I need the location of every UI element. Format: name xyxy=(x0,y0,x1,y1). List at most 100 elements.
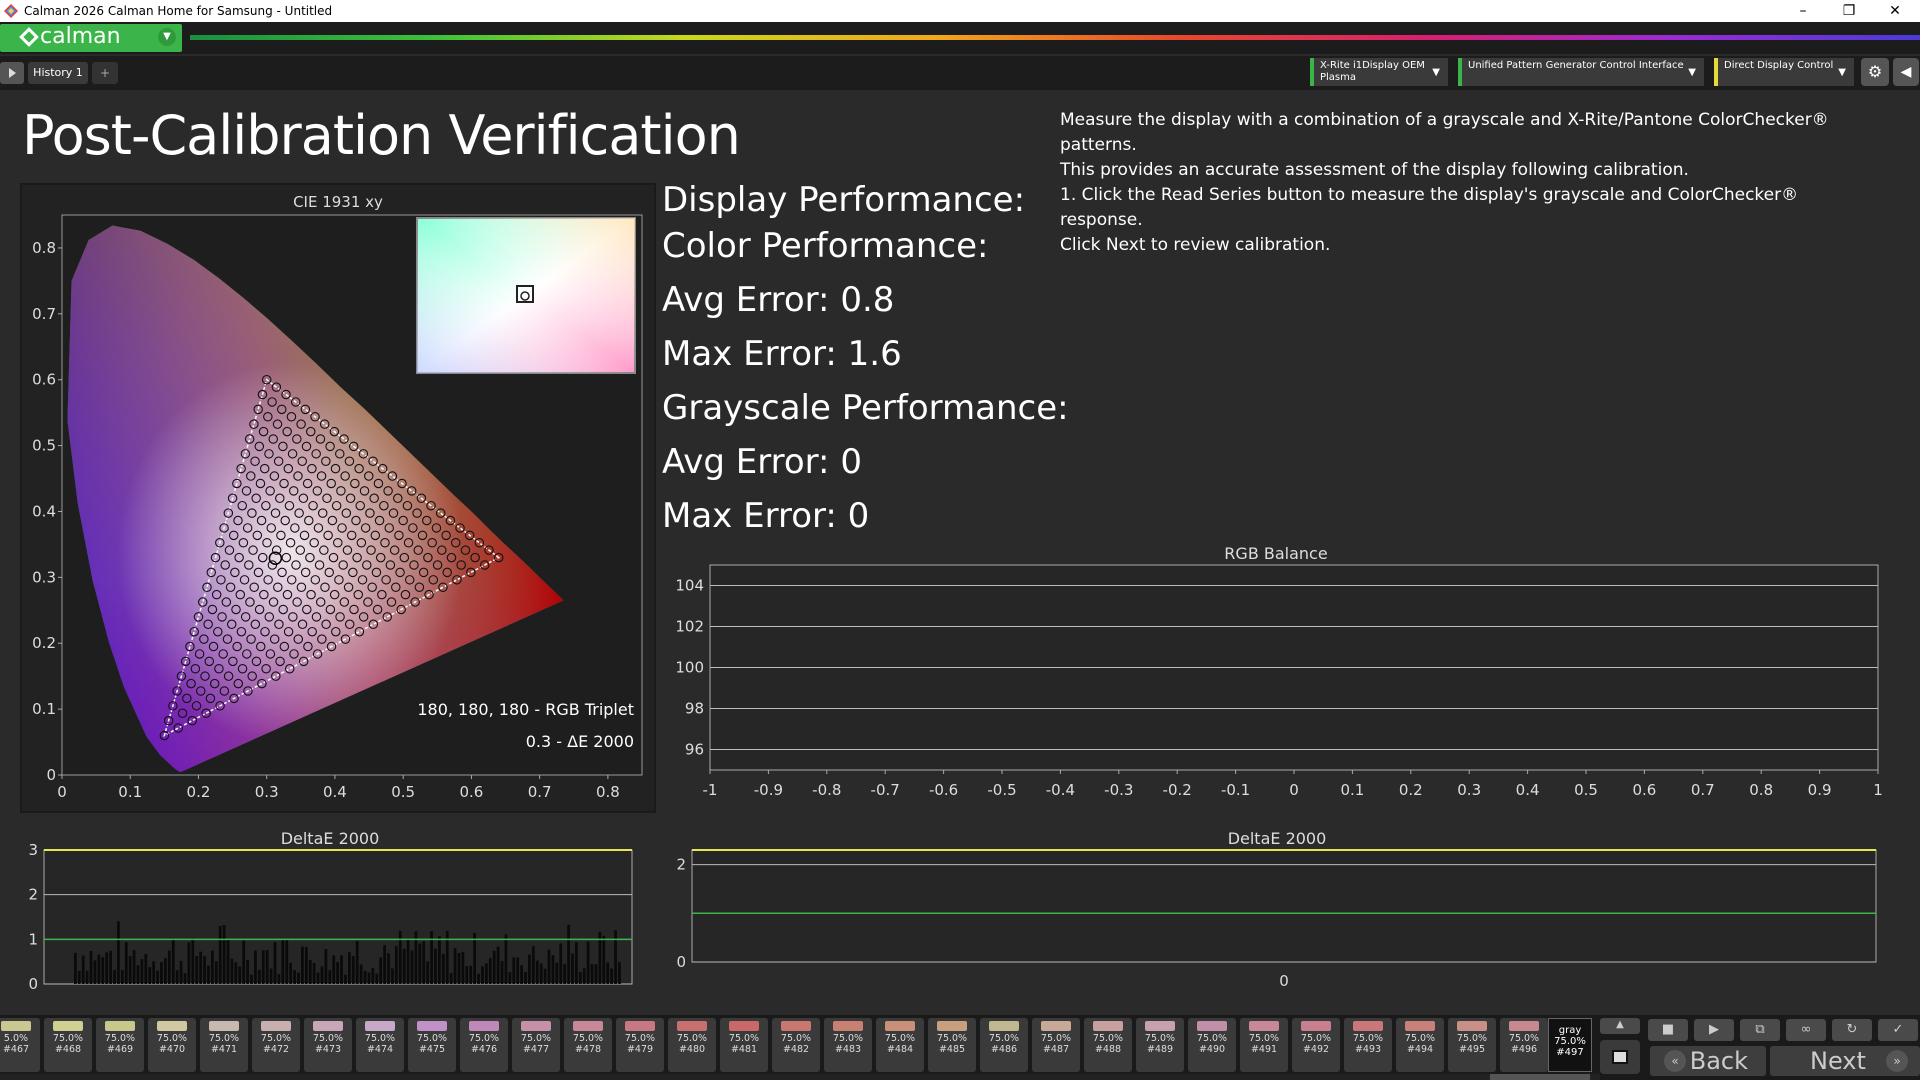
pattern-swatch[interactable]: 75.0% #495 xyxy=(1448,1018,1496,1072)
pattern-swatch[interactable]: 75.0% #487 xyxy=(1032,1018,1080,1072)
swatch-number: #482 xyxy=(782,1044,810,1055)
instructions-text: Measure the display with a combination o… xyxy=(1060,108,1880,258)
calman-logo-menu[interactable]: calman ▼ xyxy=(0,24,182,52)
swatch-percent: 75.0% xyxy=(676,1033,708,1044)
pattern-swatch[interactable]: 75.0% #468 xyxy=(44,1018,92,1072)
read-series-icon[interactable]: ⧉ xyxy=(1740,1019,1780,1041)
deltae-bar xyxy=(594,964,598,984)
pattern-swatch[interactable]: 75.0% #473 xyxy=(304,1018,352,1072)
pattern-swatch[interactable]: 75.0% #491 xyxy=(1240,1018,1288,1072)
refresh-icon[interactable]: ↻ xyxy=(1832,1019,1872,1041)
continuous-read-icon[interactable]: ∞ xyxy=(1786,1019,1826,1041)
pattern-swatch[interactable]: 75.0% #471 xyxy=(200,1018,248,1072)
deltae-bar xyxy=(257,969,261,984)
deltae-bar xyxy=(320,966,324,984)
pattern-swatch[interactable]: 75.0% #485 xyxy=(928,1018,976,1072)
pattern-strip-scrollbar[interactable] xyxy=(0,1074,1600,1080)
pattern-swatch[interactable]: 75.0% #492 xyxy=(1292,1018,1340,1072)
pattern-swatch[interactable]: 75.0% #496 xyxy=(1500,1018,1548,1072)
stop-series-button[interactable] xyxy=(1600,1040,1640,1074)
deltae-bar xyxy=(582,968,586,984)
deltae-bar xyxy=(469,965,473,984)
pattern-generator-name: Unified Pattern Generator Control Interf… xyxy=(1468,60,1684,71)
pattern-swatch[interactable]: 75.0% #488 xyxy=(1084,1018,1132,1072)
deltae-bar xyxy=(461,952,465,984)
pattern-swatch[interactable]: 75.0% #470 xyxy=(148,1018,196,1072)
play-read-icon[interactable]: ▶ xyxy=(1694,1019,1734,1041)
deltae-bar xyxy=(179,960,183,984)
scroll-up-icon[interactable]: ▲ xyxy=(1600,1018,1640,1034)
back-button[interactable]: « Back xyxy=(1650,1046,1766,1076)
swatch-number: #485 xyxy=(938,1044,966,1055)
deltae-bar xyxy=(285,939,289,984)
pattern-swatch[interactable]: 75.0% #490 xyxy=(1188,1018,1236,1072)
pattern-swatch[interactable]: 5.0% #467 xyxy=(0,1018,40,1072)
deltae-bar xyxy=(402,948,406,984)
pattern-swatch[interactable]: 75.0% #474 xyxy=(356,1018,404,1072)
pattern-swatch[interactable]: 75.0% #493 xyxy=(1344,1018,1392,1072)
chevron-down-icon: ▼ xyxy=(1838,67,1846,78)
minimize-button[interactable]: – xyxy=(1780,0,1826,22)
y-tick-label: 102 xyxy=(675,618,704,636)
pattern-swatch[interactable]: 75.0% #477 xyxy=(512,1018,560,1072)
pattern-swatch[interactable]: 75.0% #475 xyxy=(408,1018,456,1072)
meter-device-selector[interactable]: X-Rite i1Display OEM Plasma ▼ xyxy=(1310,58,1448,86)
swatch-number: #470 xyxy=(158,1044,186,1055)
stop-icon[interactable]: ■ xyxy=(1648,1019,1688,1041)
deltae-bar xyxy=(301,946,304,984)
deltae-bar xyxy=(449,973,453,984)
swatch-color-chip xyxy=(157,1021,187,1031)
check-icon[interactable]: ✓ xyxy=(1878,1019,1918,1041)
display-control-selector[interactable]: Direct Display Control ▼ xyxy=(1714,58,1854,86)
deltae-bar xyxy=(117,921,120,984)
selected-swatch[interactable]: gray 75.0% #497 xyxy=(1548,1018,1592,1072)
deltae-bar xyxy=(93,960,97,984)
swatch-color-chip xyxy=(1249,1021,1279,1031)
pattern-swatch[interactable]: 75.0% #486 xyxy=(980,1018,1028,1072)
swatch-percent: 75.0% xyxy=(364,1033,396,1044)
swatch-number: #473 xyxy=(314,1044,342,1055)
collapse-panel-icon[interactable]: ◀ xyxy=(1893,58,1919,86)
pattern-swatch[interactable]: 75.0% #489 xyxy=(1136,1018,1184,1072)
deltae-bar xyxy=(426,961,430,984)
pattern-swatch[interactable]: 75.0% #482 xyxy=(772,1018,820,1072)
deltae-bar xyxy=(575,942,578,984)
add-tab-button[interactable]: + xyxy=(92,62,118,84)
close-button[interactable]: ✕ xyxy=(1872,0,1918,22)
deltae-colorchecker-chart[interactable]: DeltaE 2000 0 1 2 3 xyxy=(0,828,650,998)
cie-1931-chart[interactable]: CIE 1931 xy 0 0.1 0.2 0.3 0.4 0.5 0.6 0.7 0.8 0 0.… xyxy=(22,185,654,811)
chevron-down-icon[interactable]: ▼ xyxy=(158,28,176,46)
gear-icon[interactable]: ⚙ xyxy=(1861,58,1889,86)
swatch-number: #478 xyxy=(574,1044,602,1055)
pattern-swatch[interactable]: 75.0% #494 xyxy=(1396,1018,1444,1072)
pattern-swatch[interactable]: 75.0% #472 xyxy=(252,1018,300,1072)
pattern-swatch[interactable]: 75.0% #484 xyxy=(876,1018,924,1072)
play-icon[interactable] xyxy=(0,62,24,84)
pattern-swatch[interactable]: 75.0% #479 xyxy=(616,1018,664,1072)
pattern-swatch[interactable]: 75.0% #478 xyxy=(564,1018,612,1072)
tab-history-1[interactable]: History 1 xyxy=(28,62,88,84)
swatch-percent: 75.0% xyxy=(260,1033,292,1044)
pattern-swatch[interactable]: 75.0% #483 xyxy=(824,1018,872,1072)
swatch-percent: 75.0% xyxy=(104,1033,136,1044)
pattern-swatch[interactable]: 75.0% #481 xyxy=(720,1018,768,1072)
restore-button[interactable]: ❐ xyxy=(1826,0,1872,22)
meter-device-mode: Plasma xyxy=(1320,72,1357,83)
swatch-percent: 75.0% xyxy=(780,1033,812,1044)
deltae-bar xyxy=(492,950,496,984)
deltae-grayscale-chart[interactable]: DeltaE 2000 0 2 0 xyxy=(662,828,1920,998)
deltae-left-title: DeltaE 2000 xyxy=(281,829,380,848)
x-tick-label: 0.8 xyxy=(1749,781,1773,799)
rgb-balance-chart[interactable]: RGB Balance 96 98 100 102 104 -1 -0.9 -0.8 -0.7 -… xyxy=(662,540,1920,810)
next-button[interactable]: Next » xyxy=(1770,1046,1920,1076)
scrollbar-thumb[interactable] xyxy=(1490,1074,1590,1080)
x-tick-label: 0.9 xyxy=(1808,781,1832,799)
pattern-swatch[interactable]: 75.0% #476 xyxy=(460,1018,508,1072)
pattern-generator-selector[interactable]: Unified Pattern Generator Control Interf… xyxy=(1458,58,1704,86)
deltae-bar xyxy=(547,949,551,984)
y-tick-label: 0.6 xyxy=(32,371,56,389)
deltae-bar xyxy=(441,954,445,984)
pattern-swatch[interactable]: 75.0% #480 xyxy=(668,1018,716,1072)
window-title: Calman 2026 Calman Home for Samsung - Un… xyxy=(24,4,333,18)
pattern-swatch[interactable]: 75.0% #469 xyxy=(96,1018,144,1072)
